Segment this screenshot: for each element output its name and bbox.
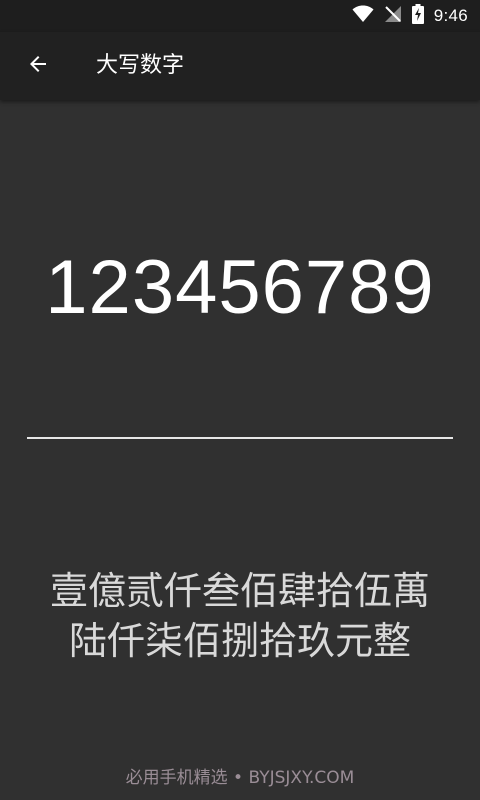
- no-signal-icon: [384, 5, 402, 27]
- input-underline: [27, 437, 453, 439]
- battery-charging-icon: [411, 4, 424, 28]
- result-line-1: 壹億贰仟叁佰肆拾伍萬: [49, 569, 430, 613]
- status-icons: 9:46: [352, 4, 468, 28]
- uppercase-result: 壹億贰仟叁佰肆拾伍萬 陆仟柒佰捌拾玖元整: [20, 566, 460, 666]
- watermark-text: 必用手机精选 • BYJSJXY.COM: [125, 768, 355, 788]
- arrow-left-icon: [26, 52, 50, 80]
- page-title: 大写数字: [96, 53, 185, 78]
- status-time: 9:46: [433, 6, 468, 25]
- back-button[interactable]: [14, 42, 62, 90]
- result-line-2: 陆仟柒佰捌拾玖元整: [68, 619, 411, 663]
- app-bar: 大写数字: [0, 32, 480, 100]
- number-input[interactable]: 123456789: [0, 240, 480, 336]
- app-screen: 9:46 大写数字 123456789 壹億贰仟叁佰肆拾伍萬 陆仟柒佰捌拾玖元整…: [0, 0, 480, 800]
- status-bar: 9:46: [0, 0, 480, 32]
- wifi-icon: [352, 5, 374, 27]
